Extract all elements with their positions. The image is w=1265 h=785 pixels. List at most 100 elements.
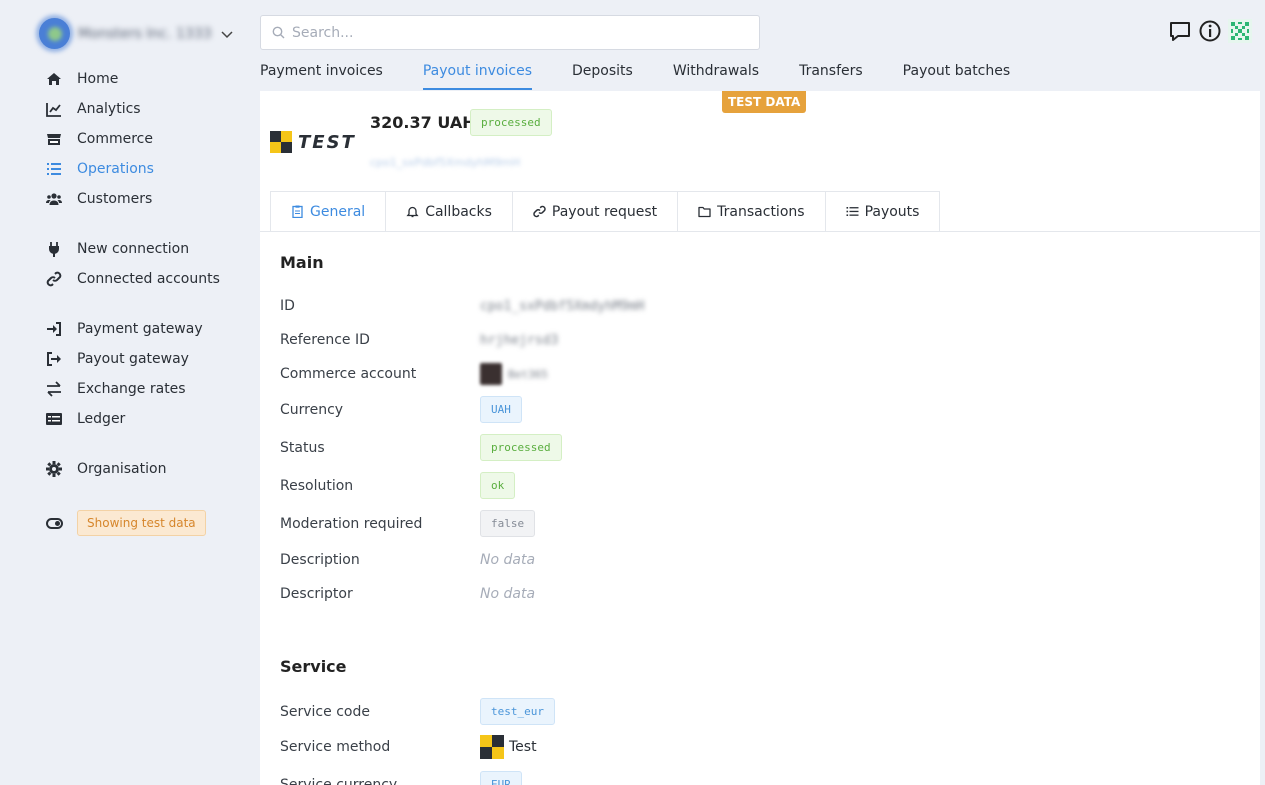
sidebar-item-label: Operations — [77, 161, 154, 177]
clipboard-icon — [292, 205, 303, 218]
field-description: Description No data — [280, 552, 980, 568]
tab-payout-batches[interactable]: Payout batches — [903, 60, 1011, 90]
field-service-code: Service code test_eur — [280, 698, 980, 725]
test-data-toggle[interactable]: Showing test data — [46, 508, 246, 538]
field-value: No data — [480, 586, 536, 602]
chevron-down-icon — [221, 30, 233, 38]
sidebar-item-label: Payout gateway — [77, 351, 189, 367]
field-value: No data — [480, 552, 536, 568]
sidebar-item-payment-gateway[interactable]: Payment gateway — [46, 314, 246, 344]
service-code-badge: test_eur — [480, 698, 555, 725]
field-status: Status processed — [280, 434, 980, 461]
sign-out-icon — [47, 352, 61, 366]
tab-general[interactable]: General — [270, 191, 387, 232]
sidebar-item-new-connection[interactable]: New connection — [46, 234, 246, 264]
avatar[interactable] — [1228, 19, 1252, 43]
tab-callbacks[interactable]: Callbacks — [386, 191, 513, 232]
link-icon — [46, 271, 62, 287]
section-title-service: Service — [280, 657, 347, 676]
exchange-icon — [47, 381, 61, 397]
sidebar-item-organisation[interactable]: Organisation — [46, 454, 246, 484]
chat-icon[interactable] — [1168, 19, 1192, 43]
tab-payout-invoices[interactable]: Payout invoices — [422, 60, 533, 90]
field-value: cpo1_sxPdbf5XmdyhM9mH — [480, 298, 645, 314]
test-data-badge[interactable]: Showing test data — [77, 510, 206, 536]
operations-tabs: Payment invoices Payout invoices Deposit… — [260, 60, 1050, 90]
sidebar-item-operations[interactable]: Operations — [46, 154, 246, 184]
service-method-value: Test — [480, 735, 537, 759]
sidebar-item-analytics[interactable]: Analytics — [46, 94, 246, 124]
field-moderation-required: Moderation required false — [280, 510, 980, 537]
sidebar-item-payout-gateway[interactable]: Payout gateway — [46, 344, 246, 374]
sidebar-item-label: Payment gateway — [77, 321, 203, 337]
field-label: ID — [280, 298, 295, 314]
status-badge: processed — [480, 434, 562, 461]
sidebar-item-label: Customers — [77, 191, 153, 207]
tab-transfers[interactable]: Transfers — [799, 60, 863, 90]
moderation-badge: false — [480, 510, 536, 537]
sidebar-item-commerce[interactable]: Commerce — [46, 124, 246, 154]
provider-name: TEST — [298, 131, 356, 153]
sidebar-item-connected-accounts[interactable]: Connected accounts — [46, 264, 246, 294]
sidebar-item-home[interactable]: Home — [46, 64, 246, 94]
toggle-icon[interactable] — [46, 517, 63, 529]
field-label: Description — [280, 552, 360, 568]
tab-label: Callbacks — [425, 203, 492, 220]
sidebar-item-label: Commerce — [77, 131, 153, 147]
commerce-avatar — [480, 363, 502, 385]
sidebar-item-customers[interactable]: Customers — [46, 184, 246, 214]
search-bar[interactable]: Search... — [260, 15, 760, 50]
field-label: Descriptor — [280, 586, 353, 602]
org-avatar — [39, 18, 70, 49]
section-title-main: Main — [280, 253, 324, 272]
invoice-detail-panel: TEST 320.37 UAH processed cpo1_sxPdbf5Xm… — [260, 91, 1260, 785]
sidebar-item-label: Home — [77, 71, 119, 87]
service-currency-badge: EUR — [480, 771, 522, 785]
ledger-icon — [46, 413, 62, 425]
tab-withdrawals[interactable]: Withdrawals — [673, 60, 759, 90]
folder-icon — [698, 206, 711, 218]
field-service-method: Service method Test — [280, 735, 980, 759]
field-value: Test — [509, 739, 537, 755]
tabs-divider — [260, 231, 1260, 232]
sidebar-item-label: Organisation — [77, 461, 167, 477]
list-icon — [846, 207, 859, 216]
tab-deposits[interactable]: Deposits — [572, 60, 633, 90]
field-value: hrjhejrsd3 — [480, 332, 559, 348]
tab-label: Transactions — [717, 203, 805, 220]
sign-in-icon — [47, 322, 61, 336]
search-input[interactable]: Search... — [292, 25, 353, 41]
tab-payouts[interactable]: Payouts — [825, 191, 941, 232]
field-label: Service currency — [280, 776, 398, 785]
tab-label: Payout request — [551, 203, 658, 220]
tab-payout-request[interactable]: Payout request — [512, 191, 679, 232]
commerce-account-link[interactable]: Bet365 — [480, 363, 548, 385]
sidebar: Home Analytics Commerce Operations Custo… — [46, 64, 246, 538]
field-label: Service code — [280, 703, 370, 720]
sidebar-item-ledger[interactable]: Ledger — [46, 404, 246, 434]
tab-payment-invoices[interactable]: Payment invoices — [260, 60, 383, 90]
resolution-badge: ok — [480, 472, 516, 499]
link-icon — [533, 205, 546, 218]
sidebar-item-exchange-rates[interactable]: Exchange rates — [46, 374, 246, 404]
detail-tabs: General Callbacks Payout request Transac… — [270, 191, 941, 232]
field-value: Bet365 — [508, 367, 548, 381]
test-logo-icon — [270, 131, 292, 153]
tab-label: Payouts — [864, 203, 920, 220]
sidebar-item-label: Analytics — [77, 101, 141, 117]
field-descriptor: Descriptor No data — [280, 586, 980, 602]
search-icon — [272, 26, 285, 39]
tab-transactions[interactable]: Transactions — [678, 191, 826, 232]
tab-label: General — [310, 203, 366, 220]
invoice-id: cpo1_sxPdbf5XmdyhM9mH — [370, 156, 521, 169]
home-icon — [47, 73, 61, 85]
info-icon[interactable] — [1198, 19, 1222, 43]
list-icon — [47, 163, 61, 175]
org-name: Monsters Inc. 1333 — [78, 25, 212, 42]
users-icon — [46, 193, 62, 205]
field-label: Status — [280, 439, 325, 456]
status-badge: processed — [470, 109, 552, 136]
bell-icon — [406, 206, 419, 218]
org-switcher[interactable]: Monsters Inc. 1333 — [39, 18, 234, 49]
field-label: Commerce account — [280, 366, 417, 382]
